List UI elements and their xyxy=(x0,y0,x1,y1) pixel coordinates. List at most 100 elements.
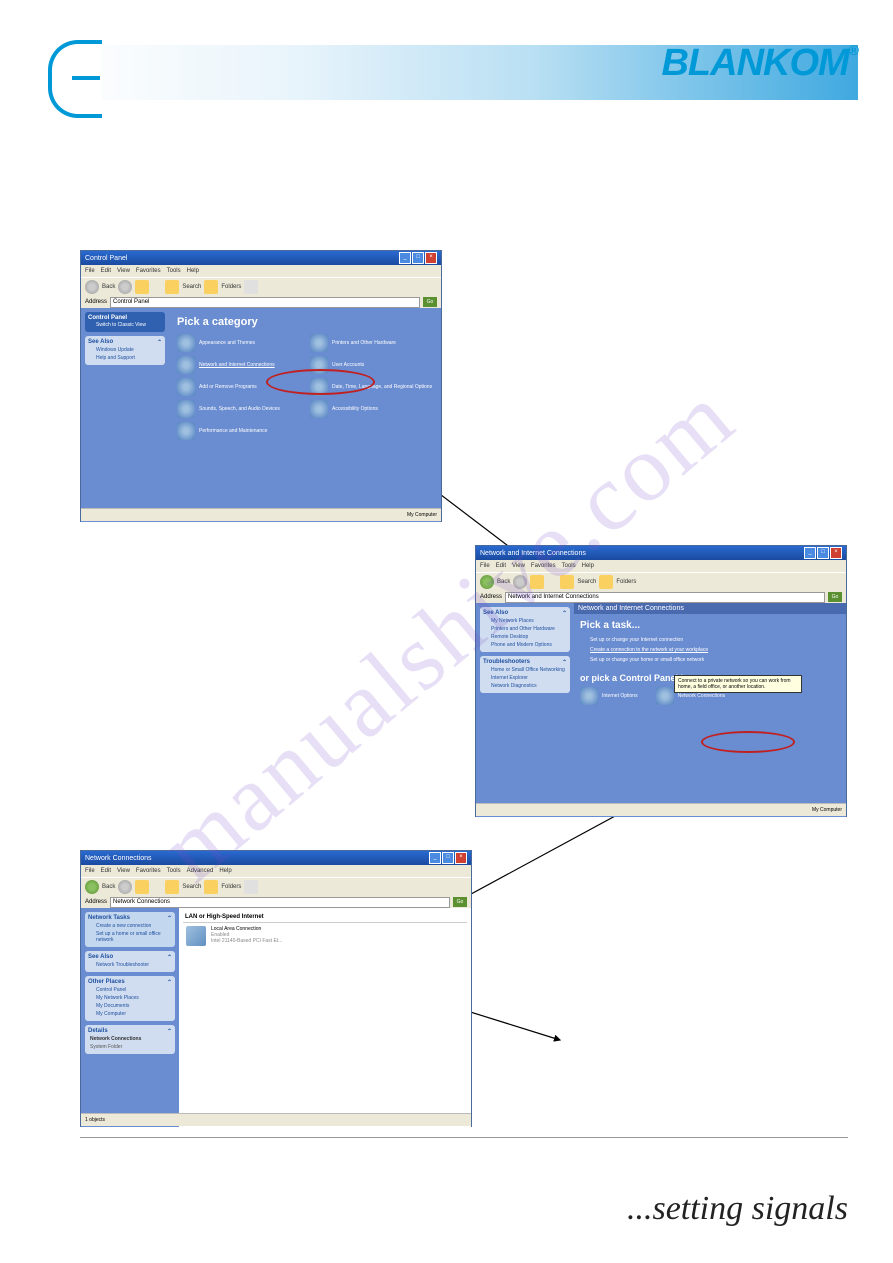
go-button[interactable]: Go xyxy=(828,592,842,602)
cat-addremove[interactable]: Add or Remove Programs xyxy=(177,378,300,396)
side-network-troubleshooter[interactable]: Network Troubleshooter xyxy=(88,961,172,969)
back-button-icon[interactable] xyxy=(85,880,99,894)
go-button[interactable]: Go xyxy=(453,897,467,907)
titlebar[interactable]: Network Connections _ □ × xyxy=(81,851,471,865)
menu-help[interactable]: Help xyxy=(187,268,199,274)
side-my-network-places[interactable]: My Network Places xyxy=(88,994,172,1002)
forward-button-icon[interactable] xyxy=(118,880,132,894)
icon-internet-options[interactable]: Internet Options xyxy=(580,687,638,705)
address-field[interactable]: Control Panel xyxy=(110,297,420,308)
titlebar[interactable]: Network and Internet Connections _ □ × xyxy=(476,546,846,560)
folders-icon[interactable] xyxy=(204,880,218,894)
cat-label: Network and Internet Connections xyxy=(199,362,275,368)
status-text: My Computer xyxy=(812,807,842,813)
cat-network[interactable]: Network and Internet Connections xyxy=(177,356,300,374)
task-workplace[interactable]: Create a connection to the network at yo… xyxy=(580,645,840,655)
task-setup-internet[interactable]: Set up or change your Internet connectio… xyxy=(580,635,840,645)
menu-view[interactable]: View xyxy=(512,563,525,569)
menu-favorites[interactable]: Favorites xyxy=(136,868,161,874)
collapse-icon[interactable]: ⌃ xyxy=(167,915,172,922)
connection-item[interactable]: Local Area Connection Enabled Intel 2114… xyxy=(183,923,467,949)
collapse-icon[interactable]: ⌃ xyxy=(157,339,162,346)
up-icon[interactable] xyxy=(135,880,149,894)
menu-favorites[interactable]: Favorites xyxy=(136,268,161,274)
back-button-icon[interactable] xyxy=(480,575,494,589)
forward-button-icon[interactable] xyxy=(513,575,527,589)
maximize-button[interactable]: □ xyxy=(442,852,454,864)
views-icon[interactable] xyxy=(244,280,258,294)
back-button-icon[interactable] xyxy=(85,280,99,294)
close-button[interactable]: × xyxy=(425,252,437,264)
address-field[interactable]: Network and Internet Connections xyxy=(505,592,825,603)
search-icon[interactable] xyxy=(165,280,179,294)
performance-icon xyxy=(177,422,195,440)
go-button[interactable]: Go xyxy=(423,297,437,307)
close-button[interactable]: × xyxy=(455,852,467,864)
collapse-icon[interactable]: ⌃ xyxy=(167,954,172,961)
back-label: Back xyxy=(497,579,510,585)
maximize-button[interactable]: □ xyxy=(817,547,829,559)
menu-favorites[interactable]: Favorites xyxy=(531,563,556,569)
cat-performance[interactable]: Performance and Maintenance xyxy=(177,422,300,440)
close-button[interactable]: × xyxy=(830,547,842,559)
minimize-button[interactable]: _ xyxy=(429,852,441,864)
logo-text: BLANKOM xyxy=(661,42,848,84)
cat-date[interactable]: Date, Time, Language, and Regional Optio… xyxy=(310,378,433,396)
cat-appearance[interactable]: Appearance and Themes xyxy=(177,334,300,352)
menu-file[interactable]: File xyxy=(480,563,490,569)
menu-tools[interactable]: Tools xyxy=(562,563,576,569)
address-bar: Address Network and Internet Connections… xyxy=(476,591,846,603)
menu-help[interactable]: Help xyxy=(219,868,231,874)
menu-tools[interactable]: Tools xyxy=(167,868,181,874)
side-control-panel[interactable]: Control Panel xyxy=(88,986,172,994)
collapse-icon[interactable]: ⌃ xyxy=(562,659,567,666)
menu-file[interactable]: File xyxy=(85,268,95,274)
up-icon[interactable] xyxy=(135,280,149,294)
forward-button-icon[interactable] xyxy=(118,280,132,294)
menu-edit[interactable]: Edit xyxy=(101,868,111,874)
side-my-documents[interactable]: My Documents xyxy=(88,1002,172,1010)
side-phone-modem[interactable]: Phone and Modem Options xyxy=(483,641,567,649)
side-setup-home-network[interactable]: Set up a home or small office network xyxy=(88,930,172,944)
menu-edit[interactable]: Edit xyxy=(101,268,111,274)
side-remote-desktop[interactable]: Remote Desktop xyxy=(483,633,567,641)
minimize-button[interactable]: _ xyxy=(399,252,411,264)
side-create-connection[interactable]: Create a new connection xyxy=(88,922,172,930)
collapse-icon[interactable]: ⌃ xyxy=(562,610,567,617)
menu-advanced[interactable]: Advanced xyxy=(187,868,214,874)
menu-view[interactable]: View xyxy=(117,868,130,874)
task-home-network[interactable]: Set up or change your home or small offi… xyxy=(580,655,840,665)
menu-edit[interactable]: Edit xyxy=(496,563,506,569)
side-my-computer[interactable]: My Computer xyxy=(88,1010,172,1018)
side-windows-update[interactable]: Windows Update xyxy=(88,346,162,354)
cat-users[interactable]: User Accounts xyxy=(310,356,433,374)
folders-icon[interactable] xyxy=(599,575,613,589)
address-field[interactable]: Network Connections xyxy=(110,897,450,908)
side-switch-view[interactable]: Switch to Classic View xyxy=(88,321,162,329)
side-help-support[interactable]: Help and Support xyxy=(88,354,162,362)
collapse-icon[interactable]: ⌃ xyxy=(167,979,172,986)
search-icon[interactable] xyxy=(165,880,179,894)
side-net-diag[interactable]: Network Diagnostics xyxy=(483,682,567,690)
cat-sounds[interactable]: Sounds, Speech, and Audio Devices xyxy=(177,400,300,418)
menu-file[interactable]: File xyxy=(85,868,95,874)
folders-icon[interactable] xyxy=(204,280,218,294)
status-bar: My Computer xyxy=(81,508,441,521)
minimize-button[interactable]: _ xyxy=(804,547,816,559)
views-icon[interactable] xyxy=(244,880,258,894)
maximize-button[interactable]: □ xyxy=(412,252,424,264)
collapse-icon[interactable]: ⌃ xyxy=(167,1028,172,1035)
window-title: Control Panel xyxy=(85,255,127,262)
side-home-networking[interactable]: Home or Small Office Networking xyxy=(483,666,567,674)
menu-view[interactable]: View xyxy=(117,268,130,274)
side-my-network-places[interactable]: My Network Places xyxy=(483,617,567,625)
cat-accessibility[interactable]: Accessibility Options xyxy=(310,400,433,418)
cat-printers[interactable]: Printers and Other Hardware xyxy=(310,334,433,352)
search-icon[interactable] xyxy=(560,575,574,589)
menu-help[interactable]: Help xyxy=(582,563,594,569)
side-printers[interactable]: Printers and Other Hardware xyxy=(483,625,567,633)
titlebar[interactable]: Control Panel _ □ × xyxy=(81,251,441,265)
side-ie[interactable]: Internet Explorer xyxy=(483,674,567,682)
up-icon[interactable] xyxy=(530,575,544,589)
menu-tools[interactable]: Tools xyxy=(167,268,181,274)
